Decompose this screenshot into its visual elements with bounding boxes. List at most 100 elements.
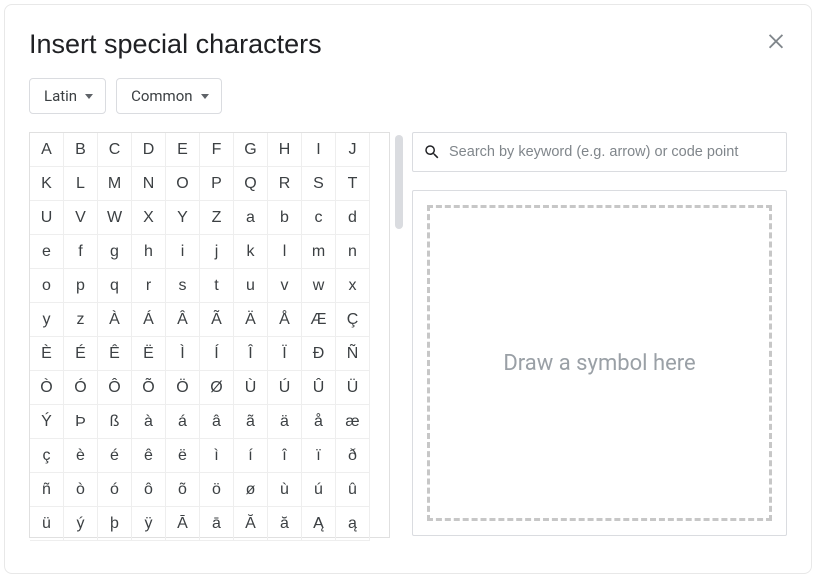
char-cell[interactable]: Õ bbox=[132, 371, 166, 405]
scrollbar[interactable] bbox=[395, 135, 403, 229]
char-cell[interactable]: e bbox=[30, 235, 64, 269]
close-button[interactable] bbox=[765, 29, 789, 53]
char-cell[interactable]: à bbox=[132, 405, 166, 439]
char-cell[interactable]: h bbox=[132, 235, 166, 269]
char-cell[interactable]: N bbox=[132, 167, 166, 201]
char-cell[interactable]: K bbox=[30, 167, 64, 201]
char-cell[interactable]: Ñ bbox=[336, 337, 370, 371]
char-cell[interactable]: o bbox=[30, 269, 64, 303]
char-cell[interactable]: V bbox=[64, 201, 98, 235]
char-cell[interactable]: è bbox=[64, 439, 98, 473]
char-cell[interactable]: b bbox=[268, 201, 302, 235]
char-cell[interactable]: s bbox=[166, 269, 200, 303]
char-cell[interactable]: x bbox=[336, 269, 370, 303]
char-cell[interactable]: d bbox=[336, 201, 370, 235]
char-cell[interactable]: O bbox=[166, 167, 200, 201]
char-cell[interactable]: Þ bbox=[64, 405, 98, 439]
char-cell[interactable]: Æ bbox=[302, 303, 336, 337]
char-cell[interactable]: Đ bbox=[302, 337, 336, 371]
category-dropdown[interactable]: Common bbox=[116, 78, 221, 114]
char-cell[interactable]: Í bbox=[200, 337, 234, 371]
char-cell[interactable]: þ bbox=[98, 507, 132, 541]
char-cell[interactable]: Ø bbox=[200, 371, 234, 405]
char-cell[interactable]: á bbox=[166, 405, 200, 439]
char-cell[interactable]: c bbox=[302, 201, 336, 235]
char-cell[interactable]: Ô bbox=[98, 371, 132, 405]
char-cell[interactable]: z bbox=[64, 303, 98, 337]
char-cell[interactable]: î bbox=[268, 439, 302, 473]
char-cell[interactable]: ù bbox=[268, 473, 302, 507]
char-cell[interactable]: û bbox=[336, 473, 370, 507]
char-cell[interactable]: m bbox=[302, 235, 336, 269]
char-cell[interactable]: R bbox=[268, 167, 302, 201]
char-cell[interactable]: E bbox=[166, 133, 200, 167]
char-cell[interactable]: Ā bbox=[166, 507, 200, 541]
char-cell[interactable]: ÿ bbox=[132, 507, 166, 541]
char-cell[interactable]: l bbox=[268, 235, 302, 269]
char-cell[interactable]: â bbox=[200, 405, 234, 439]
char-cell[interactable]: Z bbox=[200, 201, 234, 235]
char-cell[interactable]: k bbox=[234, 235, 268, 269]
char-cell[interactable]: D bbox=[132, 133, 166, 167]
char-cell[interactable]: Û bbox=[302, 371, 336, 405]
char-cell[interactable]: Q bbox=[234, 167, 268, 201]
char-cell[interactable]: í bbox=[234, 439, 268, 473]
char-cell[interactable]: ß bbox=[98, 405, 132, 439]
char-cell[interactable]: G bbox=[234, 133, 268, 167]
char-cell[interactable]: ü bbox=[30, 507, 64, 541]
char-cell[interactable]: f bbox=[64, 235, 98, 269]
char-cell[interactable]: Ï bbox=[268, 337, 302, 371]
char-cell[interactable]: Ã bbox=[200, 303, 234, 337]
char-cell[interactable]: H bbox=[268, 133, 302, 167]
char-cell[interactable]: g bbox=[98, 235, 132, 269]
char-cell[interactable]: ä bbox=[268, 405, 302, 439]
char-cell[interactable]: ö bbox=[200, 473, 234, 507]
char-cell[interactable]: q bbox=[98, 269, 132, 303]
search-input[interactable] bbox=[449, 144, 776, 160]
char-cell[interactable]: t bbox=[200, 269, 234, 303]
char-cell[interactable]: ą bbox=[336, 507, 370, 541]
char-cell[interactable]: ã bbox=[234, 405, 268, 439]
char-cell[interactable]: p bbox=[64, 269, 98, 303]
char-cell[interactable]: ò bbox=[64, 473, 98, 507]
char-cell[interactable]: P bbox=[200, 167, 234, 201]
char-cell[interactable]: ê bbox=[132, 439, 166, 473]
char-cell[interactable]: È bbox=[30, 337, 64, 371]
char-cell[interactable]: Î bbox=[234, 337, 268, 371]
char-cell[interactable]: É bbox=[64, 337, 98, 371]
char-cell[interactable]: j bbox=[200, 235, 234, 269]
char-cell[interactable]: Å bbox=[268, 303, 302, 337]
char-cell[interactable]: y bbox=[30, 303, 64, 337]
char-cell[interactable]: ç bbox=[30, 439, 64, 473]
draw-canvas[interactable]: Draw a symbol here bbox=[427, 205, 772, 521]
char-cell[interactable]: ð bbox=[336, 439, 370, 473]
char-cell[interactable]: U bbox=[30, 201, 64, 235]
char-cell[interactable]: I bbox=[302, 133, 336, 167]
char-cell[interactable]: M bbox=[98, 167, 132, 201]
char-cell[interactable]: ë bbox=[166, 439, 200, 473]
char-cell[interactable]: ï bbox=[302, 439, 336, 473]
char-cell[interactable]: ă bbox=[268, 507, 302, 541]
char-cell[interactable]: J bbox=[336, 133, 370, 167]
char-cell[interactable]: v bbox=[268, 269, 302, 303]
char-cell[interactable]: Ç bbox=[336, 303, 370, 337]
char-cell[interactable]: X bbox=[132, 201, 166, 235]
char-cell[interactable]: ô bbox=[132, 473, 166, 507]
char-cell[interactable]: Y bbox=[166, 201, 200, 235]
char-cell[interactable]: Ö bbox=[166, 371, 200, 405]
char-cell[interactable]: Ó bbox=[64, 371, 98, 405]
char-cell[interactable]: w bbox=[302, 269, 336, 303]
char-cell[interactable]: Ú bbox=[268, 371, 302, 405]
char-cell[interactable]: r bbox=[132, 269, 166, 303]
char-cell[interactable]: ú bbox=[302, 473, 336, 507]
char-cell[interactable]: Ă bbox=[234, 507, 268, 541]
char-cell[interactable]: Â bbox=[166, 303, 200, 337]
char-cell[interactable]: Ë bbox=[132, 337, 166, 371]
char-cell[interactable]: F bbox=[200, 133, 234, 167]
char-cell[interactable]: W bbox=[98, 201, 132, 235]
script-dropdown[interactable]: Latin bbox=[29, 78, 106, 114]
search-field[interactable] bbox=[412, 132, 787, 172]
char-cell[interactable]: Ê bbox=[98, 337, 132, 371]
char-cell[interactable]: ý bbox=[64, 507, 98, 541]
char-cell[interactable]: ó bbox=[98, 473, 132, 507]
